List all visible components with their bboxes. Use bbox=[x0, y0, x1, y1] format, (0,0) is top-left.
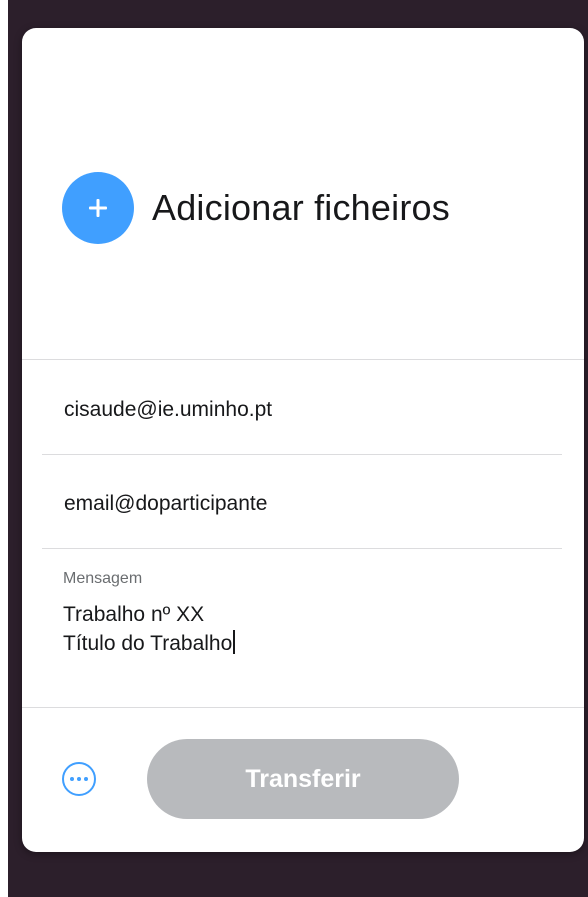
divider bbox=[42, 548, 562, 549]
message-line: Trabalho nº XX bbox=[63, 603, 205, 626]
sender-email-field[interactable]: email@doparticipante bbox=[64, 492, 267, 516]
add-files-button[interactable]: Adicionar ficheiros bbox=[62, 172, 450, 244]
message-label: Mensagem bbox=[63, 570, 143, 587]
plus-icon[interactable] bbox=[62, 172, 134, 244]
transfer-panel: Adicionar ficheiros cisaude@ie.uminho.pt… bbox=[22, 28, 584, 852]
text-caret bbox=[233, 630, 236, 654]
divider bbox=[22, 707, 584, 708]
window-edge bbox=[0, 0, 8, 897]
divider bbox=[22, 359, 584, 360]
more-options-icon[interactable] bbox=[62, 762, 96, 796]
message-line: Título do Trabalho bbox=[63, 632, 233, 655]
divider bbox=[42, 454, 562, 455]
message-textarea[interactable]: Trabalho nº XX Título do Trabalho bbox=[63, 600, 236, 658]
transfer-button[interactable]: Transferir bbox=[147, 739, 459, 819]
recipient-email-field[interactable]: cisaude@ie.uminho.pt bbox=[64, 398, 272, 422]
add-files-label: Adicionar ficheiros bbox=[152, 187, 450, 228]
